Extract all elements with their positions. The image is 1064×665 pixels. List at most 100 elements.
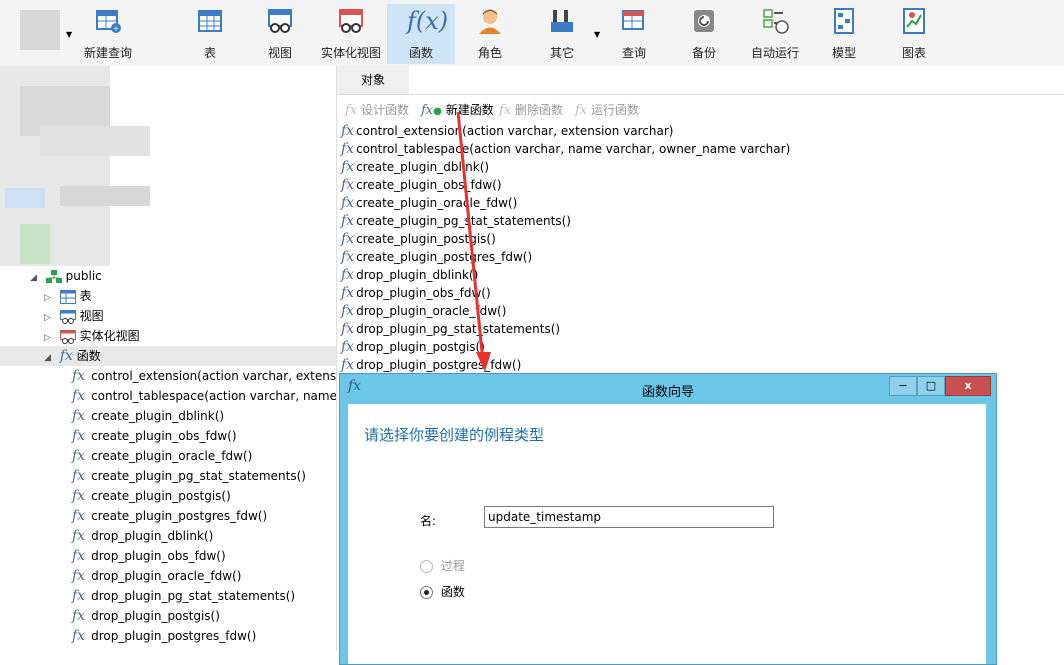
other-label: 其它 bbox=[549, 46, 574, 60]
query-icon bbox=[622, 10, 644, 30]
materialized-view-button[interactable]: 实体化视图 bbox=[318, 4, 384, 64]
schema-node-public[interactable]: ◢ public bbox=[30, 266, 102, 286]
tree-function-item[interactable]: fx create_plugin_postgis() bbox=[72, 486, 231, 506]
routine-name-input[interactable] bbox=[484, 506, 774, 528]
close-button[interactable]: x bbox=[945, 376, 991, 396]
other-dropdown-icon[interactable]: ▼ bbox=[594, 30, 600, 39]
tree-function-item[interactable]: fx create_plugin_pg_stat_statements() bbox=[72, 466, 306, 486]
model-button[interactable]: 模型 bbox=[814, 4, 874, 64]
delete-function-button[interactable]: fx 删除函数 bbox=[499, 101, 563, 119]
tree-function-item[interactable]: fx drop_plugin_postgis() bbox=[72, 606, 220, 626]
tree-function-item[interactable]: fx create_plugin_postgres_fdw() bbox=[72, 506, 267, 526]
dialog-body: 请选择你要创建的例程类型 名: 过程 函数 bbox=[348, 404, 986, 664]
new-query-button[interactable]: + 新建查询 bbox=[78, 4, 138, 64]
object-function-item[interactable]: fx drop_plugin_pg_stat_statements() bbox=[341, 320, 560, 338]
object-function-item[interactable]: fx create_plugin_postgres_fdw() bbox=[341, 248, 532, 266]
object-function-item[interactable]: fx create_plugin_oracle_fdw() bbox=[341, 194, 517, 212]
object-function-item[interactable]: fx create_plugin_dblink() bbox=[341, 158, 489, 176]
object-function-label: control_extension(action varchar, extens… bbox=[356, 124, 674, 138]
object-function-item[interactable]: fx control_extension(action varchar, exte… bbox=[341, 122, 673, 140]
run-function-button[interactable]: fx 运行函数 bbox=[575, 101, 639, 119]
expand-caret-icon[interactable]: ▷ bbox=[44, 308, 56, 328]
delete-function-label: 删除函数 bbox=[514, 103, 563, 117]
function-icon: fx bbox=[72, 528, 86, 544]
dialog-title-bar[interactable]: fx 函数向导 − □ x bbox=[340, 374, 996, 402]
role-label: 角色 bbox=[477, 46, 502, 60]
object-function-label: drop_plugin_postgis() bbox=[356, 340, 485, 354]
object-function-label: create_plugin_pg_stat_statements() bbox=[356, 214, 571, 228]
maximize-button[interactable]: □ bbox=[917, 376, 945, 396]
radio-procedure[interactable]: 过程 bbox=[420, 557, 465, 575]
query-button[interactable]: 查询 bbox=[604, 4, 664, 64]
main-toolbar: ▼ + 新建查询 表 视图 实体化视图 f(x) 函数 角色 其它 ▼ 查询 备… bbox=[0, 0, 1064, 67]
materialized-view-icon bbox=[339, 9, 363, 33]
materialized-view-icon bbox=[59, 329, 76, 344]
object-function-item[interactable]: fx drop_plugin_postgres_fdw() bbox=[341, 356, 521, 374]
user-icon bbox=[479, 9, 501, 34]
tree-function-item[interactable]: fx create_plugin_dblink() bbox=[72, 406, 224, 426]
tree-function-item[interactable]: fx drop_plugin_obs_fdw() bbox=[72, 546, 226, 566]
backup-icon bbox=[694, 10, 714, 32]
tree-function-item[interactable]: fx drop_plugin_oracle_fdw() bbox=[72, 566, 241, 586]
minimize-button[interactable]: − bbox=[889, 376, 917, 396]
design-function-button[interactable]: fx 设计函数 bbox=[345, 101, 409, 119]
tree-node-materialized-views[interactable]: ▷ 实体化视图 bbox=[44, 326, 140, 346]
object-function-item[interactable]: fx control_tablespace(action varchar, nam… bbox=[341, 140, 790, 158]
function-icon: fx bbox=[72, 568, 86, 584]
object-function-item[interactable]: fx drop_plugin_dblink() bbox=[341, 266, 478, 284]
dropdown-arrow-icon[interactable]: ▼ bbox=[66, 30, 72, 39]
function-icon: fx bbox=[72, 548, 86, 564]
function-icon: fx bbox=[341, 195, 355, 211]
backup-button[interactable]: 备份 bbox=[674, 4, 734, 64]
function-icon: fx bbox=[341, 231, 355, 247]
automation-button[interactable]: 自动运行 bbox=[744, 4, 806, 64]
radio-button-selected-icon[interactable] bbox=[420, 586, 433, 599]
tab-objects[interactable]: 对象 bbox=[337, 66, 410, 94]
object-function-item[interactable]: fx create_plugin_obs_fdw() bbox=[341, 176, 502, 194]
radio-button-icon[interactable] bbox=[420, 560, 433, 573]
tree-function-item[interactable]: fx drop_plugin_pg_stat_statements() bbox=[72, 586, 295, 606]
object-function-label: drop_plugin_obs_fdw() bbox=[356, 286, 491, 300]
object-function-item[interactable]: fx create_plugin_postgis() bbox=[341, 230, 496, 248]
object-function-item[interactable]: fx drop_plugin_postgis() bbox=[341, 338, 485, 356]
tree-node-label: 实体化视图 bbox=[79, 329, 140, 343]
run-function-label: 运行函数 bbox=[590, 103, 639, 117]
collapse-caret-icon[interactable]: ◢ bbox=[44, 348, 56, 368]
tree-node-views[interactable]: ▷ 视图 bbox=[44, 306, 104, 326]
object-function-item[interactable]: fx drop_plugin_obs_fdw() bbox=[341, 284, 491, 302]
table-button[interactable]: 表 bbox=[180, 4, 240, 64]
tree-function-item[interactable]: fx drop_plugin_dblink() bbox=[72, 526, 213, 546]
tools-icon bbox=[551, 10, 573, 32]
tree-function-item[interactable]: fx control_extension(action varchar, exte… bbox=[72, 366, 347, 386]
tree-function-item[interactable]: fx create_plugin_oracle_fdw() bbox=[72, 446, 252, 466]
tree-node-functions[interactable]: ◢ fx 函数 bbox=[0, 346, 336, 366]
tree-function-label: create_plugin_pg_stat_statements() bbox=[91, 469, 306, 483]
tree-function-item[interactable]: fx drop_plugin_postgres_fdw() bbox=[72, 626, 256, 646]
table-label: 表 bbox=[203, 46, 216, 60]
tree-node-label: 函数 bbox=[76, 349, 101, 363]
function-icon: fx bbox=[341, 141, 355, 157]
new-function-button[interactable]: fx● 新建函数 bbox=[421, 101, 494, 119]
function-icon: fx bbox=[341, 177, 355, 193]
function-wizard-dialog: fx 函数向导 − □ x 请选择你要创建的例程类型 名: 过程 函数 bbox=[339, 373, 997, 665]
view-button[interactable]: 视图 bbox=[250, 4, 310, 64]
chart-button[interactable]: 图表 bbox=[884, 4, 944, 64]
tree-function-item[interactable]: fx control_tablespace(action varchar, nam… bbox=[72, 386, 348, 406]
object-function-item[interactable]: fx create_plugin_pg_stat_statements() bbox=[341, 212, 571, 230]
radio-procedure-label: 过程 bbox=[440, 559, 465, 573]
function-icon: fx bbox=[59, 348, 73, 364]
expand-caret-icon[interactable]: ▷ bbox=[44, 328, 56, 348]
object-function-item[interactable]: fx drop_plugin_oracle_fdw() bbox=[341, 302, 506, 320]
function-icon: fx bbox=[341, 303, 355, 319]
tree-function-item[interactable]: fx create_plugin_obs_fdw() bbox=[72, 426, 237, 446]
new-query-icon: + bbox=[96, 10, 121, 33]
expand-caret-icon[interactable]: ▷ bbox=[44, 288, 56, 308]
role-button[interactable]: 角色 bbox=[460, 4, 520, 64]
object-function-label: drop_plugin_postgres_fdw() bbox=[356, 358, 522, 372]
tree-function-label: drop_plugin_obs_fdw() bbox=[91, 549, 226, 563]
collapse-caret-icon[interactable]: ◢ bbox=[30, 268, 42, 288]
radio-function[interactable]: 函数 bbox=[420, 583, 465, 601]
tree-node-tables[interactable]: ▷ 表 bbox=[44, 286, 92, 306]
other-button[interactable]: 其它 bbox=[532, 4, 592, 64]
function-button[interactable]: f(x) 函数 bbox=[387, 4, 455, 64]
